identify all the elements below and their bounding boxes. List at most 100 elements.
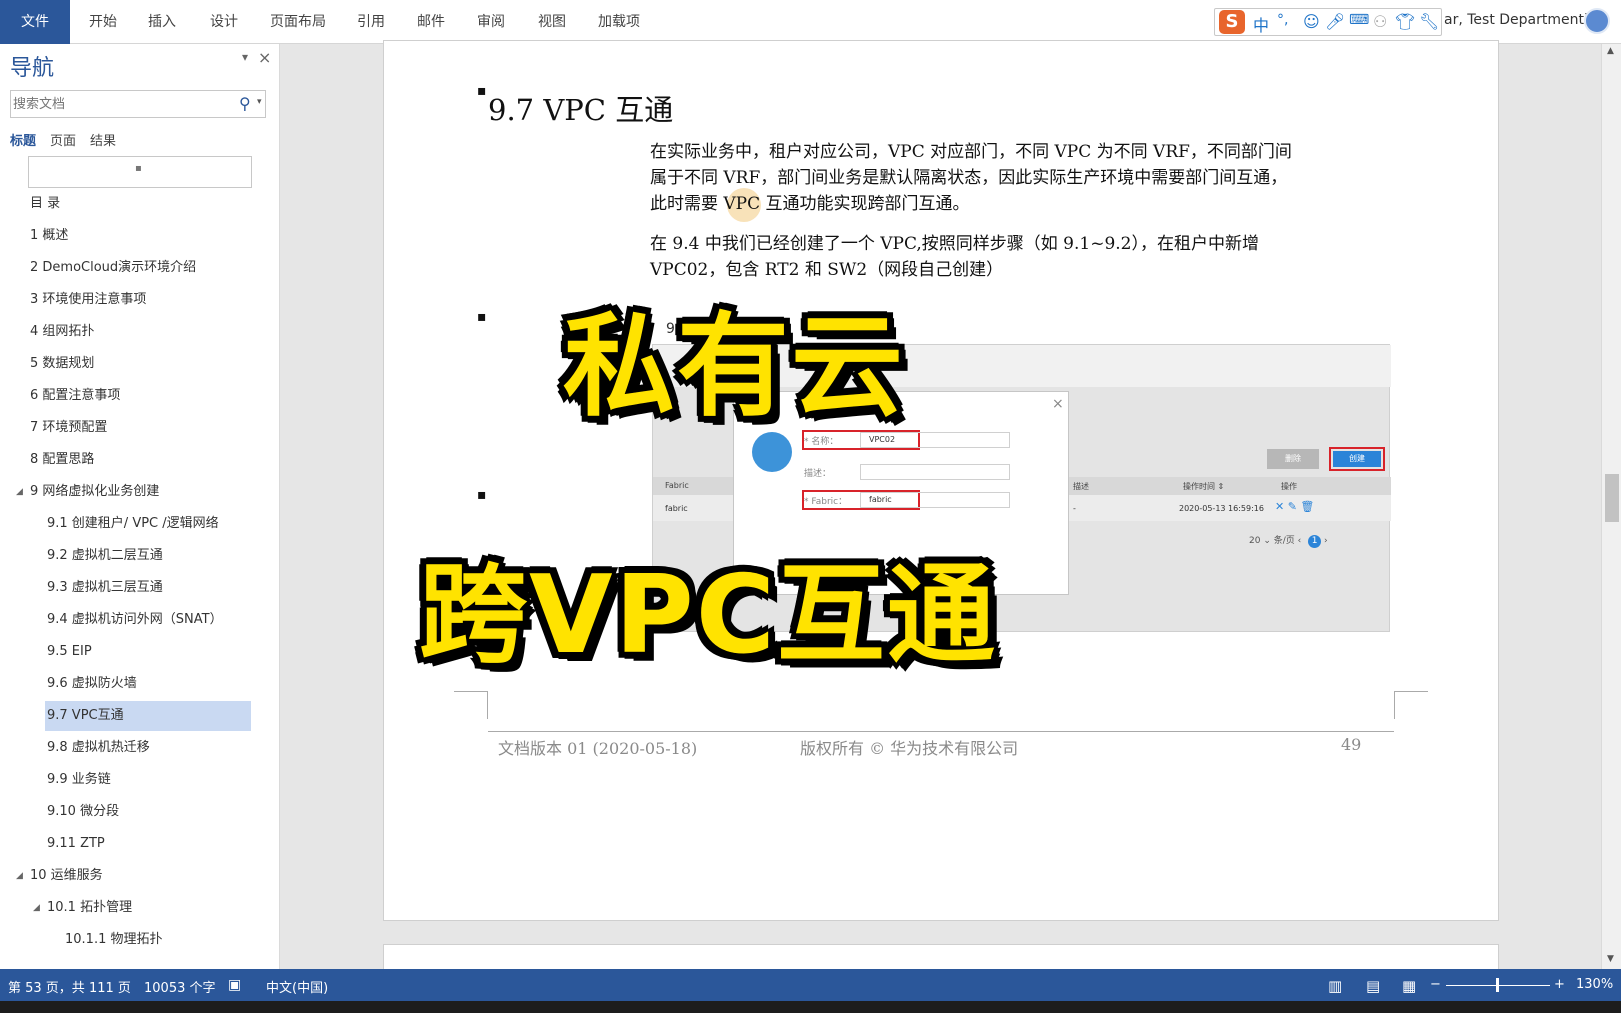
nav-item-6[interactable]: 6 配置注意事项: [30, 381, 120, 411]
nav-item-1[interactable]: 1 概述: [30, 221, 68, 251]
heading-filter-box[interactable]: ▪: [28, 156, 252, 188]
current-page: 1: [1308, 535, 1322, 548]
punctuation-icon[interactable]: °,: [1277, 12, 1288, 28]
col-ops: 操作: [1281, 482, 1297, 491]
close-icon[interactable]: ×: [258, 48, 271, 67]
nav-item-2[interactable]: 2 DemoCloud演示环境介绍: [30, 253, 196, 283]
user-avatar[interactable]: [1584, 8, 1610, 34]
desc-label: 描述：: [804, 469, 832, 479]
paragraph-line: 此时需要 VPC 互通功能实现跨部门互通。: [650, 194, 970, 214]
close-icon: ×: [1052, 396, 1064, 412]
zoom-slider-knob[interactable]: [1496, 978, 1499, 992]
page-size-caret: ⌄: [1263, 536, 1274, 546]
search-input[interactable]: [13, 95, 223, 113]
ime-toolbar[interactable]: S 中 °, ☺ 🎤︎ ⌨ ⚇ 👕︎ 🔧︎: [1214, 8, 1442, 36]
tab-headings[interactable]: 标题: [10, 130, 36, 149]
nav-item-9-3[interactable]: 9.3 虚拟机三层互通: [47, 573, 163, 603]
nav-item-8[interactable]: 8 配置思路: [30, 445, 94, 475]
nav-item-7[interactable]: 7 环境预配置: [30, 413, 107, 443]
filter-marker: ▪: [135, 163, 142, 174]
paragraph-mark: ▪: [477, 487, 487, 503]
user-account[interactable]: ar, Test Department): [1444, 12, 1589, 28]
tab-home[interactable]: 开始: [89, 0, 117, 44]
nav-item-10[interactable]: ◢ 10 运维服务: [16, 861, 103, 891]
zoom-in-icon[interactable]: +: [1554, 977, 1565, 992]
nav-item-9[interactable]: ◢ 9 网络虚拟化业务创建: [16, 477, 159, 507]
user-tools-icon[interactable]: ⚇: [1373, 12, 1387, 31]
zoom-level[interactable]: 130%: [1576, 977, 1613, 992]
document-page[interactable]: ▪ 9.7 VPC 互通 在实际业务中，租户对应公司，VPC 对应部门，不同 V…: [383, 40, 1499, 921]
wrench-icon[interactable]: 🔧︎: [1419, 12, 1439, 31]
tab-review[interactable]: 审阅: [477, 0, 505, 44]
nav-item-9-7[interactable]: 9.7 VPC互通: [45, 701, 251, 731]
nav-item-9-9[interactable]: 9.9 业务链: [47, 765, 111, 795]
nav-item-9-10[interactable]: 9.10 微分段: [47, 797, 119, 827]
edit-icons: ✕ ✎ 🗑︎: [1275, 500, 1315, 513]
nav-item-10-1-1[interactable]: 10.1.1 物理拓扑: [65, 925, 162, 955]
nav-item-9-4[interactable]: 9.4 虚拟机访问外网（SNAT）: [47, 605, 223, 635]
nav-item-3[interactable]: 3 环境使用注意事项: [30, 285, 146, 315]
read-mode-icon[interactable]: ▥: [1328, 977, 1342, 995]
expand-triangle-icon[interactable]: ◢: [16, 861, 23, 891]
chevron-down-icon[interactable]: ▾: [257, 97, 262, 107]
language[interactable]: 中文(中国): [266, 977, 328, 996]
page-count[interactable]: 第 53 页，共 111 页: [8, 977, 131, 996]
scroll-down-icon[interactable]: ▼: [1607, 954, 1614, 964]
col-desc: 描述: [1073, 482, 1089, 491]
print-layout-icon[interactable]: ▤: [1366, 977, 1380, 995]
vertical-scrollbar[interactable]: ▲ ▼: [1601, 44, 1621, 969]
tab-references[interactable]: 引用: [357, 0, 385, 44]
nav-item-9-5[interactable]: 9.5 EIP: [47, 637, 92, 667]
keyboard-icon[interactable]: ⌨: [1349, 12, 1369, 28]
expand-triangle-icon[interactable]: ◢: [16, 477, 23, 507]
taskbar: [0, 1001, 1621, 1013]
skin-icon[interactable]: 👕︎: [1395, 12, 1415, 31]
overlay-title-line2: 跨VPC互通: [419, 553, 997, 678]
expand-triangle-icon[interactable]: ◢: [33, 893, 40, 923]
tab-view[interactable]: 视图: [538, 0, 566, 44]
emoji-icon[interactable]: ☺: [1303, 12, 1320, 31]
fabric-label: * Fabric：: [804, 497, 848, 507]
nav-item-9-6[interactable]: 9.6 虚拟防火墙: [47, 669, 137, 699]
paragraph-line: 在 9.4 中我们已经创建了一个 VPC,按照同样步骤（如 9.1~9.2），在…: [650, 234, 1259, 254]
tab-pages[interactable]: 页面: [50, 130, 76, 149]
nav-title: 导航: [10, 56, 55, 81]
document-area[interactable]: ▪ 9.7 VPC 互通 在实际业务中，租户对应公司，VPC 对应部门，不同 V…: [281, 40, 1601, 984]
nav-item-9-8[interactable]: 9.8 虚拟机热迁移: [47, 733, 150, 763]
nav-item-4[interactable]: 4 组网拓扑: [30, 317, 94, 347]
nav-item-5[interactable]: 5 数据规划: [30, 349, 94, 379]
status-bar: 第 53 页，共 111 页 10053 个字 ▣ 中文(中国) ▥ ▤ ▦ −…: [0, 969, 1621, 1001]
microphone-icon[interactable]: 🎤︎: [1325, 12, 1345, 31]
sogou-logo-icon[interactable]: S: [1219, 10, 1245, 34]
web-layout-icon[interactable]: ▦: [1402, 977, 1416, 995]
page-size: 20: [1249, 536, 1261, 546]
nav-item-9-11[interactable]: 9.11 ZTP: [47, 829, 105, 859]
tab-mailings[interactable]: 邮件: [417, 0, 445, 44]
tab-design[interactable]: 设计: [210, 0, 238, 44]
ime-mode-indicator[interactable]: 中: [1253, 12, 1269, 36]
search-box[interactable]: ⚲ ▾: [10, 90, 266, 118]
tab-results[interactable]: 结果: [90, 130, 116, 149]
proofing-icon[interactable]: ▣: [228, 977, 241, 993]
scroll-thumb[interactable]: [1605, 474, 1619, 522]
tab-addins[interactable]: 加载项: [598, 0, 640, 44]
scroll-up-icon[interactable]: ▲: [1607, 46, 1614, 56]
cell-desc: -: [1073, 504, 1076, 513]
nav-item-9-1[interactable]: 9.1 创建租户/ VPC /逻辑网络: [47, 509, 219, 539]
overlay-title-line1: 私有云: [563, 302, 905, 432]
nav-item-label: 10.1 拓扑管理: [47, 900, 133, 915]
tab-file[interactable]: 文件: [0, 0, 70, 44]
col-fabric: Fabric: [665, 481, 689, 490]
nav-item-10-1[interactable]: ◢ 10.1 拓扑管理: [33, 893, 133, 923]
zoom-out-icon[interactable]: −: [1430, 977, 1441, 992]
footer-page-number: 49: [1341, 735, 1362, 754]
nav-item-9-2[interactable]: 9.2 虚拟机二层互通: [47, 541, 163, 571]
nav-options-icon[interactable]: ▾: [242, 50, 248, 64]
footer-version: 文档版本 01 (2020-05-18): [498, 739, 698, 758]
search-icon[interactable]: ⚲: [239, 94, 251, 113]
pager: 20 ⌄ 条/页 ‹ 1 ›: [1249, 533, 1328, 548]
tab-page-layout[interactable]: 页面布局: [270, 0, 326, 44]
nav-item-toc[interactable]: 目 录: [30, 189, 60, 219]
tab-insert[interactable]: 插入: [148, 0, 176, 44]
word-count[interactable]: 10053 个字: [144, 977, 216, 996]
